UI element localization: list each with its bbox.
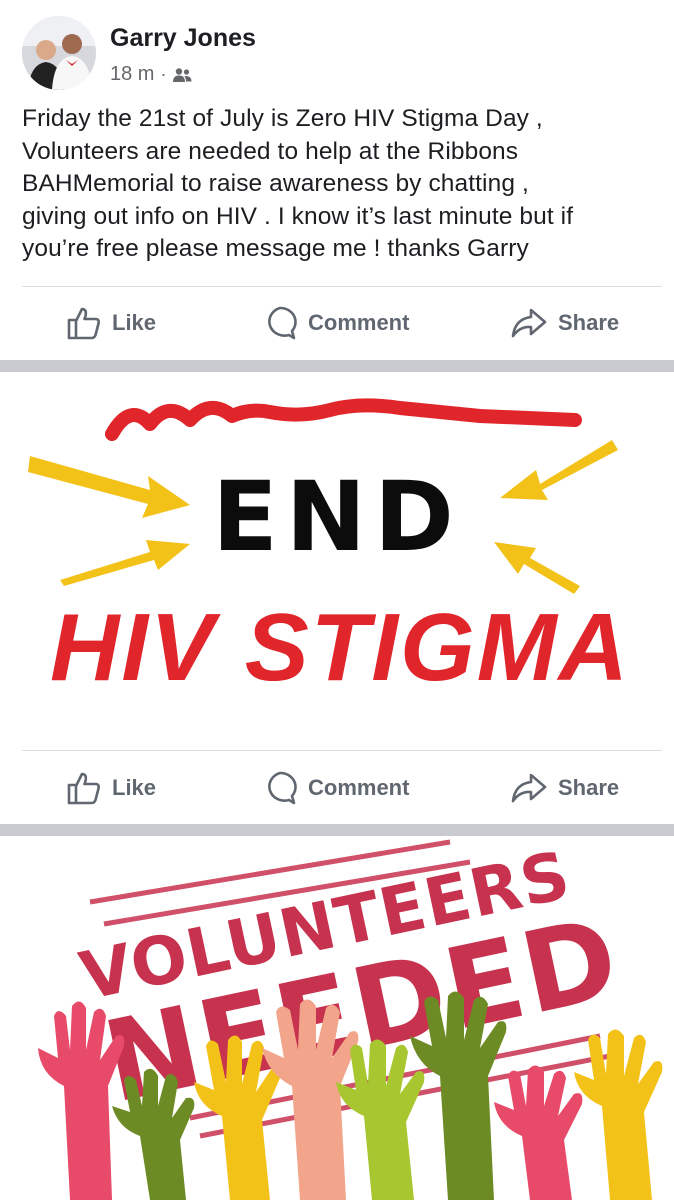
- post-meta: 18 m ·: [110, 63, 192, 86]
- comment-label: Comment: [308, 775, 410, 800]
- comment-label: Comment: [308, 310, 410, 335]
- author-name[interactable]: Garry Jones: [110, 24, 256, 53]
- hiv-stigma-text: HIV STIGMA: [50, 594, 630, 701]
- volunteers-needed-image[interactable]: VOLUNTEERS NEEDED: [0, 836, 674, 1200]
- thumbs-up-icon: [67, 307, 101, 340]
- avatar[interactable]: [22, 16, 96, 90]
- share-icon: [511, 773, 547, 803]
- comment-button[interactable]: Comment: [262, 288, 409, 358]
- volunteers-needed-graphic: VOLUNTEERS NEEDED: [38, 837, 663, 1200]
- feed-separator: [0, 360, 674, 372]
- like-label: Like: [112, 310, 157, 335]
- comment-button[interactable]: Comment: [262, 753, 409, 823]
- end-hiv-stigma-graphic: END HIV STIGMA: [28, 398, 630, 701]
- friends-icon[interactable]: [172, 67, 192, 83]
- thumbs-up-icon: [67, 772, 101, 805]
- like-button[interactable]: Like: [66, 288, 156, 358]
- end-hiv-stigma-image[interactable]: END HIV STIGMA: [0, 372, 674, 750]
- share-button[interactable]: Share: [510, 288, 619, 358]
- comment-icon: [268, 306, 297, 340]
- share-icon: [511, 308, 547, 338]
- post-header: Garry Jones 18 m ·: [0, 0, 674, 100]
- divider: [22, 750, 662, 751]
- comment-icon: [268, 771, 297, 805]
- post-time[interactable]: 18 m: [110, 63, 154, 86]
- meta-separator: ·: [160, 64, 167, 84]
- share-button[interactable]: Share: [510, 753, 619, 823]
- post-action-bar: Like Comment Share: [0, 753, 674, 823]
- like-label: Like: [112, 775, 157, 800]
- feed-separator: [0, 824, 674, 836]
- end-text: END: [212, 461, 462, 573]
- like-button[interactable]: Like: [66, 753, 156, 823]
- share-label: Share: [558, 310, 620, 335]
- post-action-bar: Like Comment Share: [0, 288, 674, 358]
- avatar-photo: [22, 16, 96, 90]
- post-text: Friday the 21st of July is Zero HIV Stig…: [22, 105, 574, 262]
- share-label: Share: [558, 775, 620, 800]
- divider: [22, 286, 662, 287]
